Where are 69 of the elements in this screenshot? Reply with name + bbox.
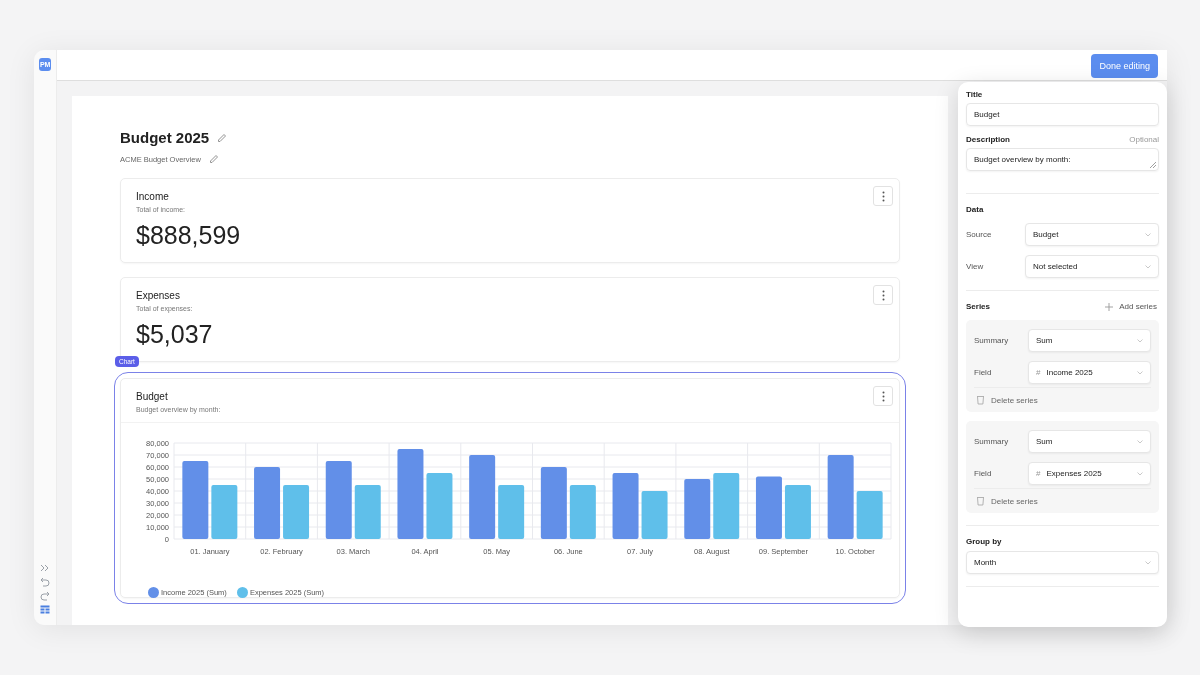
field-label: Field <box>974 469 993 478</box>
pencil-icon[interactable] <box>208 154 219 164</box>
bar <box>684 479 711 539</box>
bar <box>755 476 782 539</box>
optional-hint: Optional <box>1129 135 1159 144</box>
description-field[interactable]: Budget overview by month: <box>966 148 1159 171</box>
bar <box>856 491 883 539</box>
field-label: Description <box>966 135 1010 144</box>
more-options-button[interactable] <box>873 386 893 406</box>
more-icon <box>881 289 885 301</box>
bar <box>498 485 525 539</box>
group-by-dropdown[interactable]: Month <box>966 551 1159 574</box>
chevron-down-icon <box>1145 232 1151 237</box>
delete-series-button[interactable]: Delete series <box>974 496 1038 506</box>
dropdown[interactable]: Sum <box>1028 329 1151 352</box>
add-series-button[interactable]: Add series <box>1103 302 1159 311</box>
more-options-button[interactable] <box>873 285 893 305</box>
dropdown[interactable]: # Expenses 2025 <box>1028 462 1151 485</box>
plus-icon <box>1105 302 1114 311</box>
metric-value: $5,037 <box>136 320 214 349</box>
widget-card[interactable] <box>120 378 900 598</box>
metric-value: $888,599 <box>136 221 242 250</box>
more-options-button[interactable] <box>873 186 893 206</box>
section-heading: Series <box>966 302 991 311</box>
trash-icon <box>976 496 985 506</box>
dropdown[interactable]: # Income 2025 <box>1028 361 1151 384</box>
dropdown[interactable]: Sum <box>1028 430 1151 453</box>
dropdown[interactable]: Budget <box>1025 223 1159 246</box>
field-label: Group by <box>966 537 1002 546</box>
widget-title: Expenses <box>136 290 180 301</box>
resize-grip-icon[interactable] <box>1149 161 1156 168</box>
field-label: Summary <box>974 437 1010 446</box>
bar <box>354 485 381 539</box>
undo-icon[interactable] <box>40 577 50 587</box>
more-icon <box>881 390 885 402</box>
dashboard-title: Budget 2025 <box>120 129 210 146</box>
chevron-down-icon <box>1137 338 1143 343</box>
widget-title: Budget <box>136 391 168 402</box>
more-icon <box>881 190 885 202</box>
field-label: Source <box>966 230 993 239</box>
bar <box>211 485 238 539</box>
title-field[interactable]: Budget <box>966 103 1159 126</box>
section-heading: Data <box>966 205 984 214</box>
redo-icon[interactable] <box>40 591 50 601</box>
bar <box>540 467 567 539</box>
chevron-down-icon <box>1145 560 1151 565</box>
widget-title: Income <box>136 191 169 202</box>
field-label: View <box>966 262 985 271</box>
bar <box>612 473 639 539</box>
chevron-down-icon <box>1137 370 1143 375</box>
bar <box>641 491 668 539</box>
bar <box>713 473 740 539</box>
field-label: Field <box>974 368 993 377</box>
trash-icon <box>976 395 985 405</box>
chevron-down-icon <box>1145 264 1151 269</box>
bar <box>283 485 310 539</box>
pencil-icon[interactable] <box>217 132 228 143</box>
bar <box>254 467 281 539</box>
bar <box>426 473 453 539</box>
field-label: Title <box>966 90 983 99</box>
expand-icon[interactable] <box>40 563 50 573</box>
dropdown[interactable]: Not selected <box>1025 255 1159 278</box>
bar <box>784 485 811 539</box>
table-icon[interactable] <box>40 605 50 615</box>
chevron-down-icon <box>1137 439 1143 444</box>
field-label: Summary <box>974 336 1010 345</box>
chevron-down-icon <box>1137 471 1143 476</box>
bar <box>569 485 596 539</box>
delete-series-button[interactable]: Delete series <box>974 395 1038 405</box>
